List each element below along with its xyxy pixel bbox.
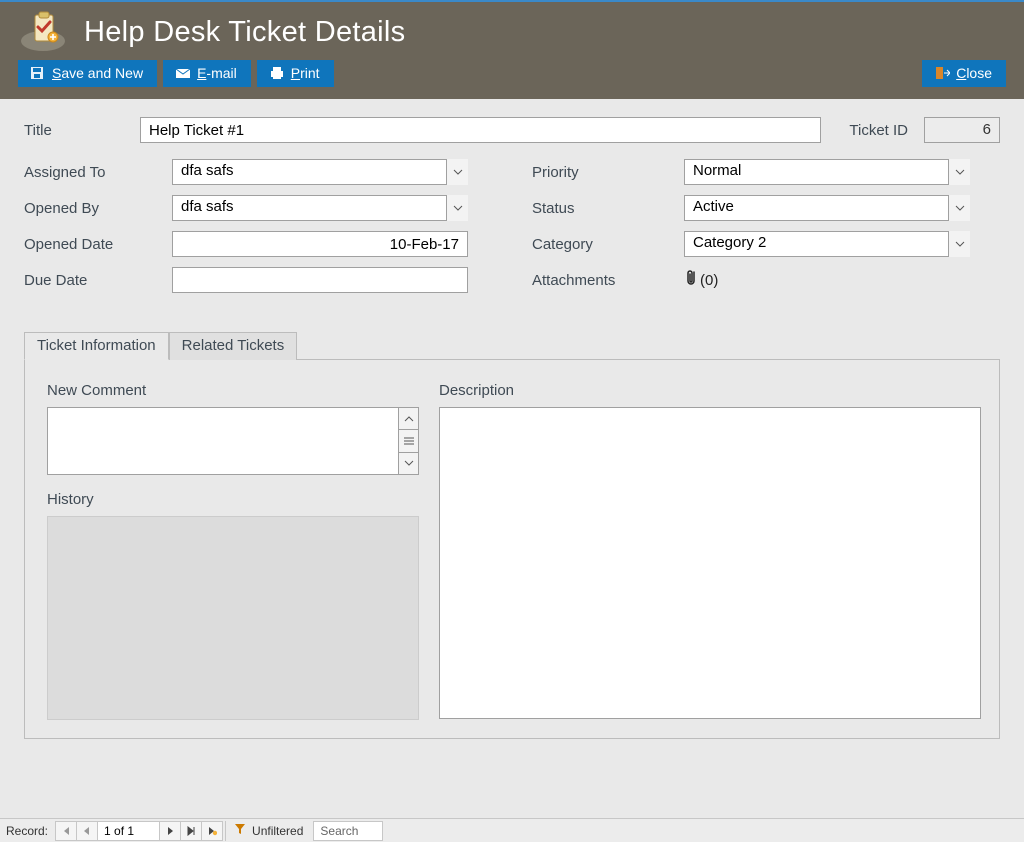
- filter-status[interactable]: Unfiltered: [225, 821, 313, 841]
- right-pane: Description: [439, 382, 981, 720]
- clipboard-icon: [18, 12, 68, 52]
- tabs-area: Ticket Information Related Tickets New C…: [24, 359, 1000, 739]
- spin-up-button[interactable]: [399, 408, 418, 430]
- close-door-icon: [934, 66, 950, 80]
- field-category: Category Category 2: [532, 229, 1000, 259]
- print-label: Print: [291, 65, 320, 81]
- spin-down-button[interactable]: [399, 453, 418, 474]
- nav-prev-button[interactable]: [76, 821, 98, 841]
- window-root: Help Desk Ticket Details Save and New E-…: [0, 0, 1024, 842]
- nav-next-button[interactable]: [159, 821, 181, 841]
- due-date-label: Due Date: [24, 272, 172, 289]
- header: Help Desk Ticket Details Save and New E-…: [0, 2, 1024, 99]
- nav-new-button[interactable]: [201, 821, 223, 841]
- ticketid-label: Ticket ID: [849, 122, 908, 139]
- page-title: Help Desk Ticket Details: [84, 16, 405, 49]
- priority-combo[interactable]: Normal: [684, 159, 970, 185]
- opened-date-input[interactable]: [172, 231, 468, 257]
- title-input[interactable]: [140, 117, 821, 143]
- title-row-fields: Title Ticket ID 6: [24, 117, 1000, 143]
- field-opened-date: Opened Date: [24, 229, 492, 259]
- history-box: [47, 516, 419, 720]
- paperclip-icon: [684, 269, 698, 291]
- new-comment-input[interactable]: [48, 408, 398, 474]
- attachments-count: (0): [700, 272, 718, 289]
- nav-last-button[interactable]: [180, 821, 202, 841]
- save-icon: [30, 66, 46, 80]
- title-label: Title: [24, 122, 124, 139]
- opened-by-combo[interactable]: dfa safs: [172, 195, 468, 221]
- field-priority: Priority Normal: [532, 157, 1000, 187]
- priority-label: Priority: [532, 164, 684, 181]
- record-label: Record:: [0, 824, 56, 838]
- assigned-to-label: Assigned To: [24, 164, 172, 181]
- email-label: E-mail: [197, 65, 237, 81]
- save-and-new-button[interactable]: Save and New: [18, 60, 157, 87]
- nav-first-button[interactable]: [55, 821, 77, 841]
- record-navigator: Record: Unfiltered: [0, 818, 1024, 842]
- field-due-date: Due Date: [24, 265, 492, 295]
- category-label: Category: [532, 236, 684, 253]
- form-body: Title Ticket ID 6 Assigned To dfa safs O…: [0, 99, 1024, 842]
- field-opened-by: Opened By dfa safs: [24, 193, 492, 223]
- close-label: Close: [956, 65, 992, 81]
- record-position-box[interactable]: [97, 821, 161, 841]
- spin-bar: [398, 408, 418, 474]
- assigned-to-combo[interactable]: dfa safs: [172, 159, 468, 185]
- opened-by-label: Opened By: [24, 200, 172, 217]
- new-comment-label: New Comment: [47, 382, 419, 399]
- field-attachments: Attachments (0): [532, 265, 1000, 295]
- due-date-input[interactable]: [172, 267, 468, 293]
- title-row: Help Desk Ticket Details: [18, 8, 1006, 60]
- tab-related-tickets[interactable]: Related Tickets: [169, 332, 298, 360]
- field-columns: Assigned To dfa safs Opened By dfa safs …: [24, 157, 1000, 301]
- category-combo[interactable]: Category 2: [684, 231, 970, 257]
- tab-ticket-information[interactable]: Ticket Information: [24, 332, 169, 360]
- history-label: History: [47, 491, 419, 508]
- col-right: Priority Normal Status Active Category: [532, 157, 1000, 301]
- email-button[interactable]: E-mail: [163, 60, 251, 87]
- filter-icon: [234, 823, 246, 838]
- attachments-control[interactable]: (0): [684, 269, 718, 291]
- field-assigned-to: Assigned To dfa safs: [24, 157, 492, 187]
- print-icon: [269, 66, 285, 80]
- tab-content: New Comment History Description: [25, 382, 999, 720]
- email-icon: [175, 66, 191, 80]
- col-left: Assigned To dfa safs Opened By dfa safs …: [24, 157, 492, 301]
- filter-text: Unfiltered: [252, 824, 303, 838]
- field-status: Status Active: [532, 193, 1000, 223]
- status-label: Status: [532, 200, 684, 217]
- spin-menu-button[interactable]: [399, 430, 418, 452]
- status-combo[interactable]: Active: [684, 195, 970, 221]
- tabstrip: Ticket Information Related Tickets: [24, 332, 998, 360]
- search-box[interactable]: [313, 821, 383, 841]
- new-comment-wrap: [47, 407, 419, 475]
- description-box[interactable]: [439, 407, 981, 719]
- toolbar: Save and New E-mail Print Close: [18, 60, 1006, 87]
- attachments-label: Attachments: [532, 272, 684, 289]
- description-label: Description: [439, 382, 981, 399]
- save-and-new-label: Save and New: [52, 65, 143, 81]
- opened-date-label: Opened Date: [24, 236, 172, 253]
- left-pane: New Comment History: [47, 382, 419, 720]
- close-button[interactable]: Close: [922, 60, 1006, 87]
- print-button[interactable]: Print: [257, 60, 334, 87]
- ticketid-value: 6: [924, 117, 1000, 143]
